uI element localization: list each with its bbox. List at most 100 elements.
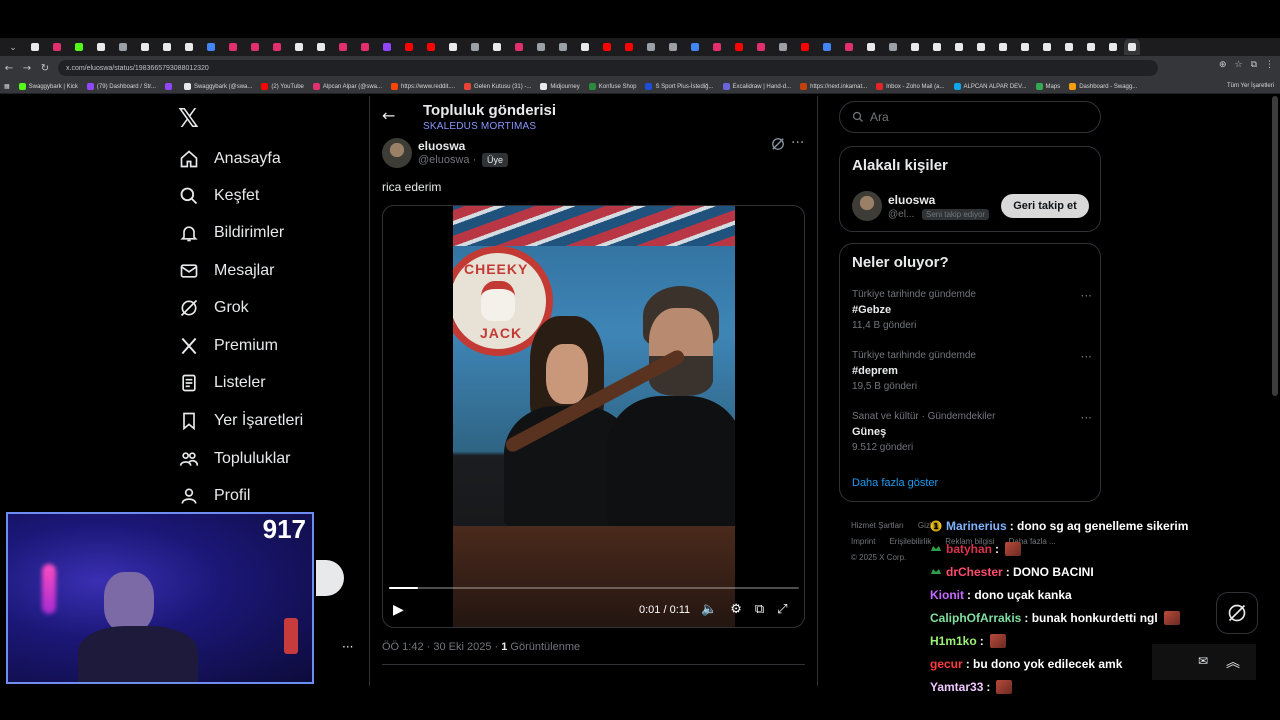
show-more-link[interactable]: Daha fazla göster <box>852 477 938 489</box>
address-bar[interactable]: x.com/eluoswa/status/1983665793088012320 <box>58 60 1158 76</box>
bookmark-item[interactable]: Excalidraw | Hand-d... <box>722 83 791 90</box>
back-icon[interactable]: ← <box>0 63 18 74</box>
reload-icon[interactable]: ↻ <box>36 63 54 74</box>
chat-username[interactable]: gecur <box>930 657 963 671</box>
post-timestamp[interactable]: ÖÖ 1:42 · 30 Eki 2025 · <box>382 641 498 653</box>
related-user-name[interactable]: eluoswa <box>888 193 935 207</box>
browser-tab[interactable] <box>486 39 508 55</box>
browser-tab[interactable] <box>750 39 772 55</box>
nav-item-grok[interactable]: Grok <box>178 293 249 323</box>
bookmark-item[interactable]: Konfuse Shop <box>588 83 636 90</box>
browser-tab[interactable] <box>904 39 926 55</box>
bookmark-item[interactable]: Gelen Kutusu (31) -... <box>464 83 531 90</box>
author-name[interactable]: eluoswa <box>418 139 465 153</box>
video-progress-bar[interactable] <box>389 587 799 589</box>
all-bookmarks-link[interactable]: Tüm Yer İşaretleri <box>1227 83 1274 89</box>
nav-item-home[interactable]: Anasayfa <box>178 144 281 174</box>
browser-tab[interactable] <box>816 39 838 55</box>
browser-tab[interactable] <box>112 39 134 55</box>
browser-tab[interactable] <box>398 39 420 55</box>
browser-tab[interactable] <box>46 39 68 55</box>
bookmark-item[interactable]: Swaggybark | Kick <box>18 83 78 90</box>
chat-username[interactable]: drChester <box>946 565 1003 579</box>
nav-item-bell[interactable]: Bildirimler <box>178 218 284 248</box>
grok-floating-button[interactable] <box>1216 592 1258 634</box>
back-arrow-icon[interactable]: ← <box>382 106 395 125</box>
browser-tab[interactable] <box>706 39 728 55</box>
more-options-icon[interactable]: ··· <box>1081 411 1092 425</box>
browser-tab[interactable] <box>1058 39 1080 55</box>
bookmark-item[interactable]: Midjourney <box>540 83 580 90</box>
bookmark-star-icon[interactable]: ☆ <box>1234 60 1242 70</box>
bookmark-item[interactable]: ALPCAN ALPAR DEV... <box>953 83 1027 90</box>
browser-tab[interactable] <box>970 39 992 55</box>
browser-tab[interactable] <box>596 39 618 55</box>
browser-tab[interactable] <box>882 39 904 55</box>
play-icon[interactable]: ▶ <box>393 602 404 618</box>
bookmark-item[interactable] <box>164 83 175 90</box>
browser-tab[interactable] <box>222 39 244 55</box>
bookmark-item[interactable]: S Sport Plus-İstediğ... <box>645 83 714 90</box>
trend-item[interactable]: Sanat ve kültür · Gündemdekiler Güneş 9.51… <box>852 411 1092 453</box>
bookmark-item[interactable]: Inbox - Zoho Mail (a... <box>876 83 945 90</box>
volume-icon[interactable]: 🔈 <box>701 602 717 617</box>
browser-tab[interactable] <box>772 39 794 55</box>
nav-item-mail[interactable]: Mesajlar <box>178 256 274 286</box>
nav-item-list[interactable]: Listeler <box>178 368 266 398</box>
footer-link[interactable]: Erişilebilirlik <box>889 537 931 546</box>
chat-username[interactable]: Kionit <box>930 588 964 602</box>
browser-tab[interactable] <box>156 39 178 55</box>
nav-item-communities[interactable]: Topluluklar <box>178 444 290 474</box>
bookmark-item[interactable]: https://next.inkamat... <box>800 83 867 90</box>
browser-tab[interactable] <box>354 39 376 55</box>
bookmark-item[interactable]: Alpcan Alpar (@swa... <box>312 83 382 90</box>
bookmark-item[interactable]: (79) Dashboard / Str... <box>86 83 156 90</box>
menu-icon[interactable]: ⋮ <box>1265 60 1274 70</box>
browser-tab[interactable] <box>838 39 860 55</box>
browser-tab[interactable] <box>332 39 354 55</box>
author-handle[interactable]: @eluoswa · <box>418 154 476 166</box>
browser-tab[interactable] <box>464 39 486 55</box>
browser-tab[interactable] <box>24 39 46 55</box>
browser-tab[interactable] <box>178 39 200 55</box>
related-user-handle[interactable]: @el... <box>888 209 914 220</box>
browser-tab[interactable] <box>266 39 288 55</box>
browser-tab[interactable] <box>530 39 552 55</box>
nav-item-search[interactable]: Keşfet <box>178 181 259 211</box>
nav-item-x-logo[interactable]: Premium <box>178 331 278 361</box>
video-player[interactable]: CHEEKY JACK ▶ 0:01 / 0:11 🔈 ⚙ ⧉ ⤢ <box>382 205 805 628</box>
browser-tab[interactable] <box>90 39 112 55</box>
chevron-up-icon[interactable]: ︽ <box>1226 652 1240 672</box>
browser-tab[interactable] <box>794 39 816 55</box>
browser-tab[interactable] <box>552 39 574 55</box>
footer-link[interactable]: Imprint <box>851 537 875 546</box>
nav-item-bookmark[interactable]: Yer İşaretleri <box>178 406 303 436</box>
browser-tab[interactable] <box>948 39 970 55</box>
browser-tab[interactable] <box>376 39 398 55</box>
browser-tab[interactable] <box>134 39 156 55</box>
browser-tab[interactable] <box>310 39 332 55</box>
browser-tab[interactable] <box>926 39 948 55</box>
messages-icon[interactable]: ✉ <box>1198 654 1208 668</box>
picture-in-picture-icon[interactable]: ⧉ <box>755 602 764 617</box>
chat-username[interactable]: CaliphOfArrakis <box>930 611 1021 625</box>
search-input[interactable] <box>870 110 1070 124</box>
bookmark-item[interactable]: Dashboard - Swagg... <box>1069 83 1137 90</box>
footer-link[interactable]: Hizmet Şartları <box>851 521 904 530</box>
more-options-icon[interactable]: ··· <box>1081 289 1092 303</box>
bookmark-item[interactable]: Swaggybark (@swa... <box>183 83 252 90</box>
bookmark-item[interactable]: Maps <box>1035 83 1060 90</box>
browser-tab[interactable] <box>288 39 310 55</box>
browser-tab[interactable] <box>860 39 882 55</box>
avatar[interactable] <box>382 138 412 168</box>
bookmark-item[interactable]: (2) YouTube <box>261 83 304 90</box>
browser-tab[interactable] <box>618 39 640 55</box>
forward-icon[interactable]: → <box>18 63 36 74</box>
zoom-icon[interactable]: ⊕ <box>1219 60 1227 70</box>
browser-tab[interactable] <box>442 39 464 55</box>
browser-tab[interactable] <box>1036 39 1058 55</box>
more-options-icon[interactable]: ··· <box>1081 350 1092 364</box>
scrollbar[interactable] <box>1272 96 1278 396</box>
settings-icon[interactable]: ⚙ <box>730 602 742 617</box>
post-button[interactable] <box>316 560 344 596</box>
